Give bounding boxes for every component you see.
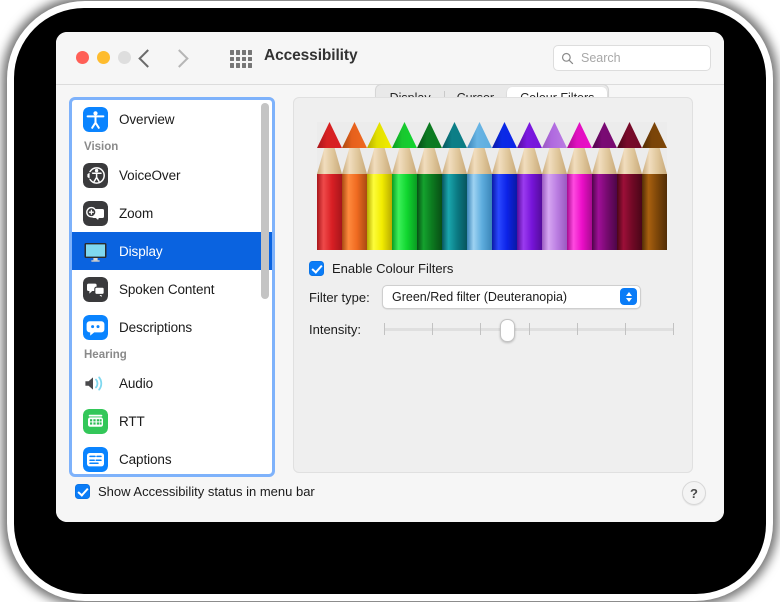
pencil-purple [592,122,617,250]
pencil-magenta [567,122,592,250]
filter-type-label: Filter type: [309,290,382,305]
sidebar-item-label: Overview [119,112,174,127]
enable-colour-filters-checkbox[interactable] [309,261,324,276]
window-titlebar: Accessibility [56,32,724,85]
show-all-grid-icon[interactable] [230,50,252,68]
descriptions-icon [83,315,108,340]
pencil-light-purple [542,122,567,250]
sidebar-item-label: Spoken Content [119,282,214,297]
show-status-in-menu-bar-label: Show Accessibility status in menu bar [98,484,315,499]
screen: Accessibility Overview Vision VoiceOver Zoo… [0,0,780,602]
help-button[interactable]: ? [682,481,706,505]
intensity-slider-tick [529,323,530,335]
enable-colour-filters-row: Enable Colour Filters [309,261,679,276]
pencil-maroon [617,122,642,250]
sidebar-item-label: RTT [119,414,145,429]
chevron-left-icon [138,49,156,67]
accessibility-icon [83,107,108,132]
sidebar-item-overview[interactable]: Overview [72,100,272,138]
sidebar-scrollbar[interactable] [261,103,269,469]
search-icon [561,52,574,65]
sidebar-section-header: Vision [72,138,272,156]
sidebar-section-header: Hearing [72,346,272,364]
audio-icon [83,371,108,396]
display-icon [83,239,108,264]
intensity-slider-tick [480,323,481,335]
intensity-slider-thumb[interactable] [500,319,515,342]
traffic-light-buttons [76,51,131,64]
sidebar-item-label: Zoom [119,206,153,221]
menu-bar-status-row: Show Accessibility status in menu bar [75,484,315,499]
colour-pencils-preview [317,122,667,250]
page-title: Accessibility [264,47,357,65]
sidebar-item-label: Display [119,244,163,259]
intensity-row: Intensity: [309,318,679,340]
pencil-red [317,122,342,250]
sidebar-item-voiceover[interactable]: VoiceOver [72,156,272,194]
pencil-dark-green [417,122,442,250]
sidebar-scroll-area[interactable]: Overview Vision VoiceOver Zoom Display Spoken… [72,100,272,474]
intensity-slider-tick [384,323,385,335]
window-body: Overview Vision VoiceOver Zoom Display Spoken… [56,85,724,522]
window-footer: Show Accessibility status in menu bar ? [56,471,724,522]
sidebar-item-display[interactable]: Display [72,232,272,270]
system-preferences-window: Accessibility Overview Vision VoiceOver Zoo… [56,32,724,522]
pencil-blue [492,122,517,250]
sidebar-item-captions[interactable]: Captions [72,440,272,474]
filter-type-value: Green/Red filter (Deuteranopia) [392,290,567,304]
intensity-slider-tick [577,323,578,335]
pencil-brown [642,122,667,250]
intensity-slider-tick [673,323,674,335]
sidebar-item-label: Captions [119,452,171,467]
zoom-button[interactable] [118,51,131,64]
rtt-icon [83,409,108,434]
voiceover-icon [83,163,108,188]
pencil-green [392,122,417,250]
enable-colour-filters-label: Enable Colour Filters [332,261,453,276]
sidebar-item-spoken-content[interactable]: Spoken Content [72,270,272,308]
sidebar-item-label: Audio [119,376,153,391]
sidebar-item-descriptions[interactable]: Descriptions [72,308,272,346]
pencil-orange [342,122,367,250]
minimize-button[interactable] [97,51,110,64]
pencil-teal [442,122,467,250]
pencil-sky-blue [467,122,492,250]
captions-icon [83,447,108,472]
colour-filter-controls: Enable Colour Filters Filter type: Green… [309,261,679,349]
back-button[interactable] [132,45,158,71]
sidebar-scrollbar-thumb[interactable] [261,103,269,299]
zoom-icon [83,201,108,226]
pencil-violet [517,122,542,250]
search-input[interactable] [579,50,693,66]
show-status-in-menu-bar-checkbox[interactable] [75,484,90,499]
intensity-label: Intensity: [309,322,382,337]
search-field[interactable] [553,45,711,71]
sidebar-item-rtt[interactable]: RTT [72,402,272,440]
sidebar-item-label: Descriptions [119,320,192,335]
forward-button[interactable] [168,45,194,71]
filter-type-row: Filter type: Green/Red filter (Deuterano… [309,285,679,309]
pencil-yellow [367,122,392,250]
intensity-slider-tick [432,323,433,335]
intensity-slider-tick [625,323,626,335]
colour-filters-pane: Enable Colour Filters Filter type: Green… [293,97,693,473]
close-button[interactable] [76,51,89,64]
chevron-right-icon [170,49,188,67]
sidebar-item-label: VoiceOver [119,168,180,183]
filter-type-popup-button[interactable]: Green/Red filter (Deuteranopia) [382,285,641,309]
accessibility-feature-list[interactable]: Overview Vision VoiceOver Zoom Display Spoken… [69,97,275,477]
spoken-content-icon [83,277,108,302]
sidebar-item-zoom[interactable]: Zoom [72,194,272,232]
sidebar-item-audio[interactable]: Audio [72,364,272,402]
intensity-slider[interactable] [384,318,674,340]
chevron-updown-icon [620,288,637,305]
